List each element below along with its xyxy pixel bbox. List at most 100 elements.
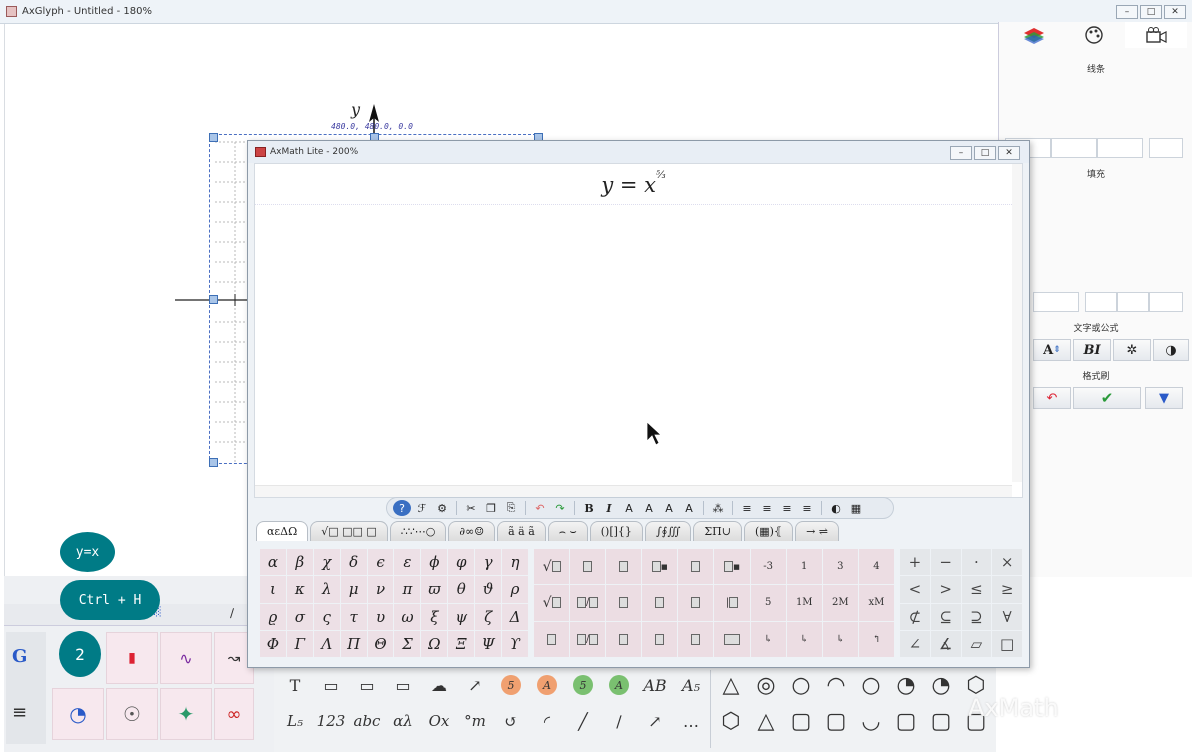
greek-symbol[interactable]: μ (340, 576, 367, 603)
toolbar-text-a3-button[interactable]: A (660, 500, 678, 516)
template-bar[interactable]: | (714, 585, 750, 621)
template-sqrt[interactable]: √ (534, 549, 570, 585)
relation-symbol[interactable]: ⊆ (930, 603, 961, 630)
shape-tool-shapes_row2-2[interactable]: ▢ (784, 706, 818, 736)
toolbar-align-left-button[interactable]: ≡ (738, 500, 756, 516)
text-tool-row1-3[interactable]: ▭ (386, 670, 420, 700)
shape-tool-shapes_row1-2[interactable]: ○ (784, 670, 818, 700)
template-under[interactable] (678, 621, 714, 657)
resize-handle-bl[interactable] (209, 458, 218, 467)
colorbar-tool[interactable]: ▮ (106, 632, 158, 684)
template-5[interactable]: 5 (750, 585, 786, 621)
maximize-button[interactable]: □ (1140, 5, 1162, 19)
text-tool-row1-1[interactable]: ▭ (314, 670, 348, 700)
text-tool-row2-4[interactable]: Ox (422, 706, 456, 736)
toolbar-color-wheel-button[interactable]: ◐ (827, 500, 845, 516)
greek-symbol[interactable]: ϱ (260, 603, 286, 630)
greek-symbol[interactable]: Ψ (475, 630, 502, 657)
symbol-tab-0[interactable]: αεΔΩ (256, 521, 309, 541)
greek-symbol[interactable]: Ξ (448, 630, 475, 657)
greek-symbol[interactable]: υ (367, 603, 394, 630)
greek-symbol[interactable]: π (394, 576, 421, 603)
text-tool-row2-2[interactable]: abc (350, 706, 384, 736)
symbol-tab-8[interactable]: ΣΠ∪ (693, 521, 742, 541)
text-tool-row2-11[interactable]: … (674, 706, 708, 736)
text-tool-row1-0[interactable]: T (278, 670, 312, 700)
template-overscript[interactable] (678, 549, 714, 585)
toolbar-paste-button[interactable]: ⎘ (502, 500, 520, 516)
template-diag-fraction[interactable]: / (570, 621, 606, 657)
template-2m[interactable]: 2M (822, 585, 858, 621)
text-swatch-4[interactable] (1149, 292, 1183, 312)
greek-symbol[interactable]: τ (340, 603, 367, 630)
apply-format-button[interactable]: ✔ (1073, 387, 1141, 409)
symbol-tab-3[interactable]: ∂∞☺ (448, 521, 496, 541)
relation-symbol[interactable]: ⊇ (961, 603, 992, 630)
toolbar-redo-button[interactable]: ↷ (551, 500, 569, 516)
template-rightscript[interactable]: ■ (714, 549, 750, 585)
shape-tool-shapes_row1-6[interactable]: ◔ (924, 670, 958, 700)
greek-symbol[interactable]: χ (313, 549, 340, 576)
greek-symbol[interactable]: Θ (367, 630, 394, 657)
shape-tool-shapes_row1-0[interactable]: △ (714, 670, 748, 700)
surface-plot-tool[interactable]: ✦ (160, 688, 212, 740)
relation-symbol[interactable]: ≥ (992, 576, 1022, 603)
greek-symbol[interactable]: ϒ (502, 630, 528, 657)
line-swatch-4[interactable] (1149, 138, 1183, 158)
template-stack-fraction[interactable] (534, 621, 570, 657)
greek-symbol[interactable]: Λ (313, 630, 340, 657)
shape-tool-shapes_row1-1[interactable]: ◎ (749, 670, 783, 700)
toolbar-align-center-button[interactable]: ≡ (758, 500, 776, 516)
toolbar-text-a1-button[interactable]: A (620, 500, 638, 516)
shape-tool-shapes_row2-1[interactable]: △ (749, 706, 783, 736)
text-tool-row1-8[interactable]: 5 (566, 670, 600, 700)
undo-format-button[interactable]: ↶ (1033, 387, 1071, 409)
axmath-close-button[interactable]: ✕ (998, 146, 1020, 160)
resize-handle-tl[interactable] (209, 133, 218, 142)
shape-tool-shapes_row2-0[interactable]: ⬡ (714, 706, 748, 736)
formula-display[interactable]: y = x⁵⁄₃ (255, 170, 1012, 197)
text-tool-row1-7[interactable]: A (530, 670, 564, 700)
list-tool-icon[interactable]: ≡ (12, 702, 27, 723)
text-tool-row2-8[interactable]: ╱ (566, 706, 600, 736)
template-stack[interactable] (606, 585, 642, 621)
toolbar-cut-button[interactable]: ✂ (462, 500, 480, 516)
greek-symbol[interactable]: θ (448, 576, 475, 603)
template-arrow-3[interactable]: ↳ (822, 621, 858, 657)
shape-tool-shapes_row2-6[interactable]: ▢ (924, 706, 958, 736)
greek-symbol[interactable]: ρ (502, 576, 528, 603)
formula-editor[interactable]: y = x⁵⁄₃ (254, 163, 1023, 498)
template-fraction[interactable] (570, 549, 606, 585)
axmath-minimize-button[interactable]: – (950, 146, 972, 160)
text-tool-row1-9[interactable]: A (602, 670, 636, 700)
effects-button[interactable]: ✲ (1113, 339, 1151, 361)
spiral-tool[interactable]: ∞ (214, 688, 254, 740)
template-sub-right[interactable] (642, 621, 678, 657)
template-nth-root[interactable]: √ (534, 585, 570, 621)
symbol-tab-1[interactable]: √□ □□ □ (310, 521, 388, 541)
relation-symbol[interactable]: ∡ (930, 630, 961, 657)
toolbar-align-right-button[interactable]: ≡ (778, 500, 796, 516)
bold-italic-button[interactable]: BI (1073, 339, 1111, 361)
relation-symbol[interactable]: − (930, 549, 961, 576)
relation-symbol[interactable]: ∠ (900, 630, 930, 657)
relation-symbol[interactable]: × (992, 549, 1022, 576)
tab-style[interactable] (1063, 22, 1125, 48)
template-3[interactable]: 3 (822, 549, 858, 585)
greek-symbol[interactable]: γ (475, 549, 502, 576)
greek-symbol[interactable]: Π (340, 630, 367, 657)
tab-animation[interactable] (1125, 22, 1187, 48)
text-size-button[interactable]: A ⇕ (1033, 339, 1071, 361)
template-xm[interactable]: xM (858, 585, 894, 621)
relation-symbol[interactable]: ∀ (992, 603, 1022, 630)
greek-symbol[interactable]: ϵ (367, 549, 394, 576)
template-left-script[interactable] (606, 621, 642, 657)
greek-symbol[interactable]: ξ (421, 603, 448, 630)
relation-symbol[interactable]: · (961, 549, 992, 576)
vertical-scrollbar[interactable] (1012, 164, 1022, 482)
minimize-button[interactable]: – (1116, 5, 1138, 19)
template-slash-fraction[interactable]: / (570, 585, 606, 621)
template-minus-3[interactable]: -3 (750, 549, 786, 585)
text-tool-row2-5[interactable]: °m (458, 706, 492, 736)
resize-handle-left[interactable] (209, 295, 218, 304)
